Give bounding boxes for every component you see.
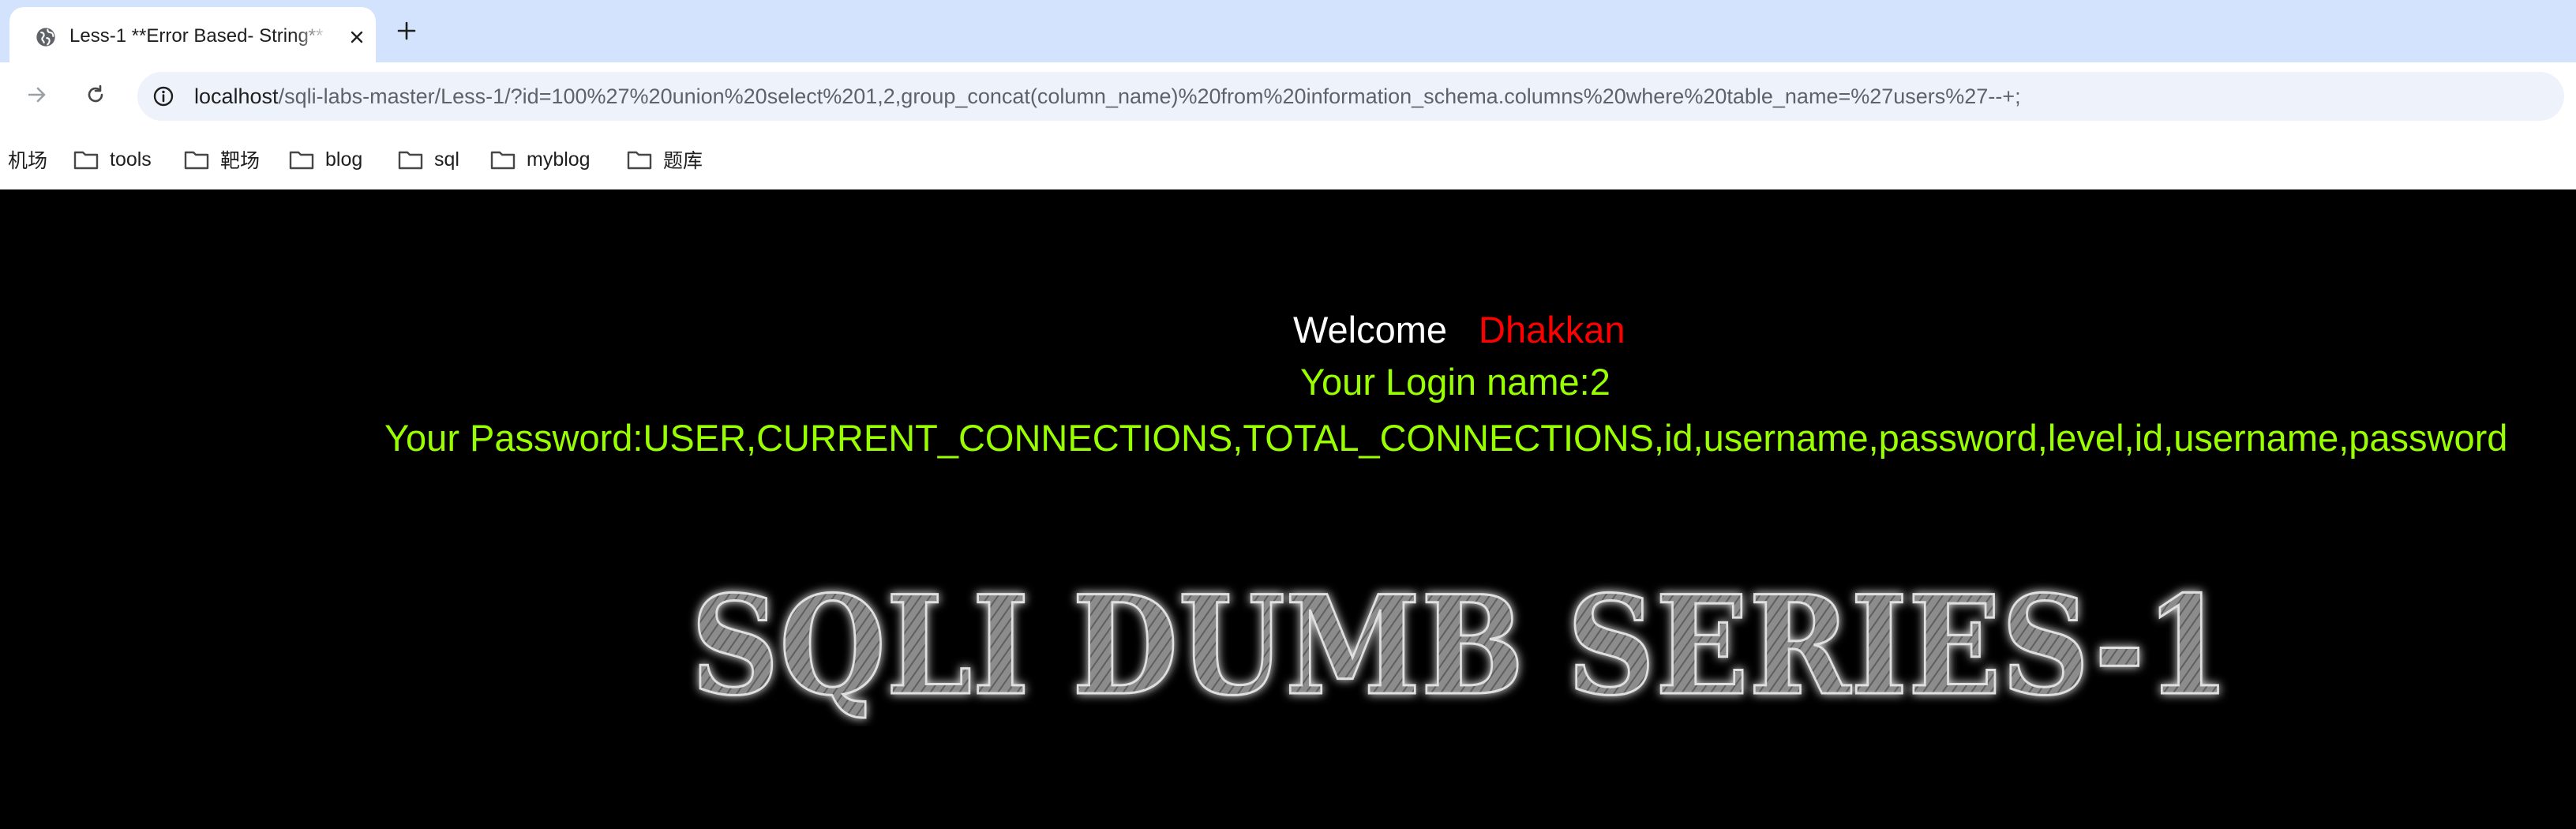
tab-close-button[interactable] bbox=[344, 24, 369, 50]
forward-button[interactable] bbox=[19, 77, 55, 113]
bookmark-folder-blog[interactable]: blog bbox=[289, 144, 362, 175]
bookmark-folder-myblog[interactable]: myblog bbox=[490, 144, 591, 175]
bookmark-label: myblog bbox=[527, 148, 591, 171]
globe-icon bbox=[36, 28, 55, 47]
bookmark-label: tools bbox=[110, 148, 152, 171]
folder-icon bbox=[73, 151, 99, 170]
password-line: Your Password:USER,CURRENT_CONNECTIONS,T… bbox=[384, 417, 2508, 459]
bookmarks-bar: 机场 tools 靶场 blog sql myblog 题库 bbox=[0, 128, 2576, 189]
bookmark-label: blog bbox=[325, 148, 363, 171]
welcome-line: Welcome Dhakkan bbox=[1293, 306, 1625, 354]
info-icon bbox=[153, 86, 174, 107]
toolbar: localhost/sqli-labs-master/Less-1/?id=10… bbox=[0, 62, 2576, 128]
reload-button[interactable] bbox=[77, 77, 114, 113]
reload-icon bbox=[88, 84, 103, 103]
banner-text: SQLI DUMB SERIES-1 bbox=[691, 568, 2230, 726]
bookmark-folder-sql[interactable]: sql bbox=[398, 144, 459, 175]
bookmark-label: 机场 bbox=[8, 150, 48, 172]
welcome-name: Dhakkan bbox=[1479, 309, 1625, 351]
login-name-text: Your Login name:2 bbox=[1300, 361, 1610, 403]
bookmark-label: 题库 bbox=[663, 150, 703, 172]
bookmark-folder-tiku[interactable]: 题库 bbox=[627, 144, 703, 175]
tab-less-1[interactable]: Less-1 **Error Based- String** bbox=[9, 7, 376, 62]
close-icon bbox=[351, 31, 363, 43]
bookmark-folder-tools[interactable]: tools bbox=[73, 144, 152, 175]
folder-icon bbox=[627, 151, 652, 170]
arrow-forward-icon bbox=[28, 87, 46, 103]
folder-icon bbox=[398, 151, 423, 170]
series-banner-image: SQLI DUMB SERIES-1 bbox=[690, 568, 2232, 726]
plus-icon bbox=[397, 21, 416, 40]
folder-icon bbox=[490, 151, 516, 170]
folder-icon bbox=[184, 151, 209, 170]
bookmark-label: sql bbox=[434, 148, 459, 171]
url-host: localhost bbox=[194, 84, 279, 108]
bookmark-folder-bachang[interactable]: 靶场 bbox=[184, 144, 260, 175]
bookmark-label: 靶场 bbox=[220, 150, 261, 172]
url-text[interactable]: localhost/sqli-labs-master/Less-1/?id=10… bbox=[194, 72, 2021, 121]
url-path: /sqli-labs-master/Less-1/?id=100%27%20un… bbox=[278, 84, 2021, 108]
site-info-button[interactable] bbox=[148, 81, 178, 111]
bookmark-jichang[interactable]: 机场 bbox=[8, 144, 47, 175]
welcome-label: Welcome bbox=[1293, 309, 1448, 351]
new-tab-button[interactable] bbox=[392, 16, 422, 46]
page-content: Welcome Dhakkan Your Login name:2 Your Pa… bbox=[0, 189, 2576, 829]
tab-title: Less-1 **Error Based- String** bbox=[69, 25, 324, 47]
address-bar[interactable]: localhost/sqli-labs-master/Less-1/?id=10… bbox=[137, 72, 2564, 121]
folder-icon bbox=[289, 151, 314, 170]
tab-strip: Less-1 **Error Based- String** bbox=[0, 0, 2576, 62]
